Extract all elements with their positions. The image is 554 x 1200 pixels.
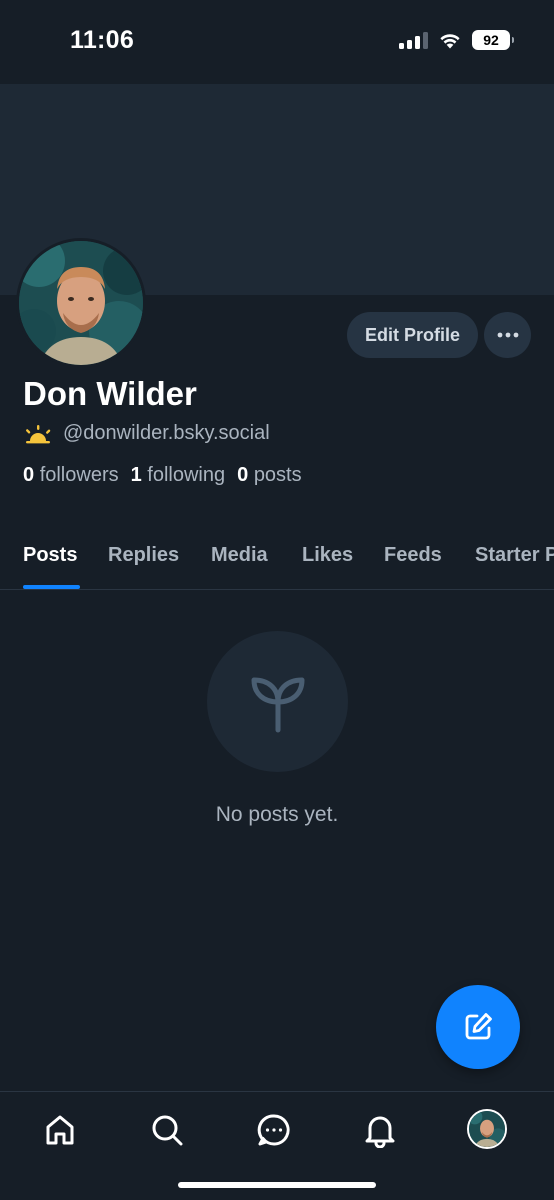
- nav-notifications[interactable]: [360, 1110, 400, 1150]
- nav-profile-avatar[interactable]: [467, 1109, 507, 1149]
- active-tab-indicator: [23, 585, 80, 589]
- tab-media[interactable]: Media: [211, 544, 268, 567]
- sunrise-icon: [26, 424, 51, 443]
- battery-icon: 92: [472, 30, 514, 50]
- status-time: 11:06: [70, 26, 135, 54]
- signal-icon: [399, 31, 428, 49]
- seedling-icon: [251, 677, 304, 732]
- edit-profile-button[interactable]: Edit Profile: [347, 312, 478, 358]
- empty-state-circle: [207, 631, 348, 772]
- tab-starter-packs[interactable]: Starter Packs: [475, 544, 554, 567]
- avatar-photo-small: [469, 1111, 505, 1147]
- tab-replies[interactable]: Replies: [108, 544, 179, 567]
- search-icon: [152, 1115, 183, 1146]
- profile-tabs: Posts Replies Media Likes Feeds Starter …: [0, 530, 554, 590]
- empty-state-message: No posts yet.: [215, 803, 339, 826]
- wifi-icon: [440, 34, 460, 49]
- bell-icon: [365, 1116, 395, 1148]
- tab-likes[interactable]: Likes: [302, 544, 353, 567]
- following-stat[interactable]: 1 following: [131, 464, 226, 487]
- posts-stat: 0 posts: [237, 464, 302, 486]
- avatar-photo: [19, 241, 143, 365]
- profile-handle: @donwilder.bsky.social: [63, 422, 270, 444]
- tab-posts[interactable]: Posts: [23, 544, 77, 567]
- chat-icon: [257, 1114, 290, 1146]
- tab-feeds[interactable]: Feeds: [384, 544, 442, 567]
- nav-home[interactable]: [40, 1110, 80, 1150]
- nav-search[interactable]: [147, 1110, 187, 1150]
- status-icons: 92: [399, 30, 514, 50]
- profile-display-name: Don Wilder: [23, 375, 197, 412]
- profile-avatar[interactable]: [16, 238, 146, 368]
- handle-row: @donwilder.bsky.social: [23, 422, 270, 445]
- followers-stat[interactable]: 0 followers: [23, 464, 119, 487]
- compose-post-button[interactable]: [436, 985, 520, 1069]
- more-options-button[interactable]: [484, 312, 531, 358]
- home-indicator: [178, 1182, 376, 1188]
- nav-chat[interactable]: [254, 1110, 294, 1150]
- profile-stats: 0 followers 1 following 0 posts: [23, 464, 302, 487]
- ellipsis-icon: [497, 332, 518, 338]
- home-icon: [46, 1115, 74, 1145]
- compose-icon: [465, 1013, 492, 1040]
- status-bar: 11:06 92: [0, 0, 554, 84]
